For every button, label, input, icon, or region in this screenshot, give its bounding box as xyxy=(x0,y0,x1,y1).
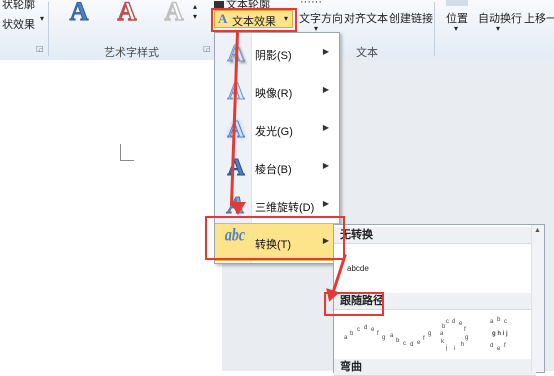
submenu-scrollbar[interactable]: ▲ xyxy=(531,225,544,372)
submenu-arrow-icon: ▶ xyxy=(322,123,329,132)
highlight-box-text-effects xyxy=(211,8,297,32)
svg-text:g: g xyxy=(428,331,431,337)
menu-item-shadow[interactable]: A 阴影(S) ▶ xyxy=(215,35,339,73)
margin-corner-mark xyxy=(120,144,121,160)
dropdown-arrow-icon[interactable]: ▾ xyxy=(496,24,500,33)
gallery-more-icon[interactable]: ▾ xyxy=(193,12,197,21)
submenu-arrow-icon: ▶ xyxy=(322,85,329,94)
dropdown-arrow-icon[interactable]: ▾ xyxy=(454,24,458,33)
svg-text:b: b xyxy=(350,331,354,337)
dropdown-arrow-icon[interactable]: ▾ xyxy=(40,14,44,23)
svg-text:c: c xyxy=(403,341,406,347)
svg-text:b: b xyxy=(396,338,400,344)
menu-item-label: 三维旋转(D) xyxy=(255,202,315,214)
svg-text:i: i xyxy=(454,346,455,352)
wordart-style-blue-icon[interactable]: A xyxy=(60,0,98,25)
group-label-text: 文本 xyxy=(356,47,378,59)
separator xyxy=(434,2,435,56)
dialog-launcher-icon[interactable]: ◲ xyxy=(36,44,44,53)
circle-option[interactable]: d efg hijk abc xyxy=(440,319,468,352)
arch-up-option[interactable]: abc d efg xyxy=(344,325,385,341)
follow-path-gallery: abc d efg ab c d efg d efg hijk abc abc g h … xyxy=(344,317,508,352)
arch-down-option[interactable]: ab c d efg xyxy=(390,331,431,348)
svg-text:g: g xyxy=(465,335,468,341)
align-text-button[interactable]: 对齐文本 xyxy=(344,10,388,26)
svg-text:a: a xyxy=(440,331,444,337)
svg-text:a: a xyxy=(390,333,394,339)
bring-forward-button[interactable]: 上移一 xyxy=(524,10,554,26)
svg-text:e: e xyxy=(497,346,501,352)
svg-text:h: h xyxy=(461,342,464,348)
svg-text:d: d xyxy=(490,343,493,349)
svg-text:g: g xyxy=(382,335,385,341)
svg-text:f: f xyxy=(504,343,506,349)
menu-item-label: 棱台(B) xyxy=(255,164,292,176)
shape-effects-button[interactable]: 状效果 xyxy=(2,16,35,32)
text-group-top-icons: ······ xyxy=(300,0,322,8)
svg-text:b: b xyxy=(497,317,501,323)
no-transform-sample: abcde xyxy=(347,264,369,273)
no-transform-option[interactable]: abcde xyxy=(342,251,404,287)
svg-text:c: c xyxy=(446,319,449,325)
svg-text:a: a xyxy=(490,319,494,325)
annotation-arrowhead xyxy=(230,202,246,215)
svg-text:f: f xyxy=(464,327,466,333)
scroll-up-icon[interactable]: ▲ xyxy=(534,227,541,234)
svg-text:c: c xyxy=(504,319,507,325)
svg-text:e: e xyxy=(371,327,375,333)
dialog-launcher-icon[interactable]: ◲ xyxy=(203,44,211,53)
svg-text:f: f xyxy=(377,331,379,337)
section-header-warp: 弯曲 xyxy=(334,359,536,376)
svg-text:e: e xyxy=(459,321,463,327)
section-header-no-transform: 无转换 xyxy=(334,227,536,244)
glow-a-icon: A xyxy=(227,117,245,144)
svg-text:j: j xyxy=(445,345,447,351)
wordart-style-red-outline-icon[interactable]: A xyxy=(108,0,146,25)
wordart-style-gray-outline-icon[interactable]: A xyxy=(155,0,193,25)
submenu-arrow-icon: ▶ xyxy=(322,47,329,56)
shape-outline-button[interactable]: 状轮廓 xyxy=(2,0,35,12)
svg-text:d: d xyxy=(364,325,367,331)
button-option[interactable]: abc g h i j def xyxy=(490,317,508,352)
position-icon xyxy=(446,0,468,6)
document-page[interactable] xyxy=(0,60,222,371)
svg-text:k: k xyxy=(441,339,445,345)
separator xyxy=(48,2,49,56)
group-label-wordart-styles: 艺术字样式 xyxy=(104,47,159,59)
menu-item-label: 发光(G) xyxy=(255,126,293,138)
svg-text:d: d xyxy=(410,342,413,348)
bevel-a-icon: A xyxy=(227,155,245,182)
highlight-box-transform xyxy=(205,216,345,260)
svg-text:f: f xyxy=(423,336,425,342)
submenu-arrow-icon: ▶ xyxy=(322,199,329,208)
svg-text:g h i j: g h i j xyxy=(492,331,508,337)
submenu-arrow-icon: ▶ xyxy=(322,161,329,170)
menu-item-label: 映像(R) xyxy=(255,88,293,100)
svg-text:d: d xyxy=(452,319,455,325)
pen-icon xyxy=(214,1,224,8)
svg-text:e: e xyxy=(417,340,421,346)
svg-text:a: a xyxy=(344,335,348,341)
svg-text:c: c xyxy=(357,327,360,333)
menu-item-label: 阴影(S) xyxy=(255,50,292,62)
text-direction-button[interactable]: 文字方向 xyxy=(299,10,343,26)
gallery-scroll-icon[interactable]: ▴ xyxy=(193,2,197,11)
create-link-button[interactable]: 创建链接 xyxy=(389,10,433,26)
margin-corner-mark xyxy=(120,160,134,161)
